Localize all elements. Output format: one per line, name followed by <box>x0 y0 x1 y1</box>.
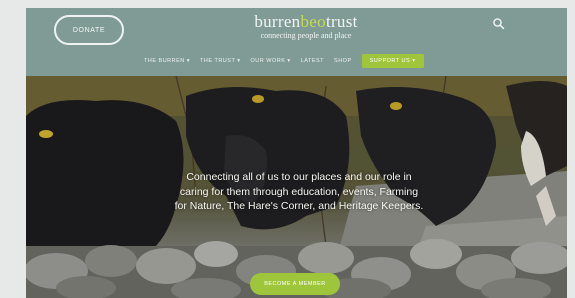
website: DONATE burrenbeotrust connecting people … <box>26 8 567 298</box>
logo-word-accent: beo <box>300 12 326 31</box>
hero-caption: Connecting all of us to our places and o… <box>174 171 424 212</box>
search-icon[interactable] <box>492 17 506 31</box>
nav-item-shop[interactable]: SHOP <box>334 58 352 64</box>
logo-word-end: trust <box>325 12 358 31</box>
support-us-button[interactable]: SUPPORT US ▾ <box>361 54 424 68</box>
logo-wordmark: burrenbeotrust <box>186 12 426 32</box>
nav-item-the-burren[interactable]: THE BURREN ▾ <box>144 58 190 64</box>
become-a-member-button[interactable]: BECOME A MEMBER <box>250 273 340 295</box>
hero-section: Connecting all of us to our places and o… <box>26 76 567 298</box>
nav-item-latest[interactable]: LATEST <box>301 58 324 64</box>
site-header: DONATE burrenbeotrust connecting people … <box>26 8 567 76</box>
main-nav: THE BURREN ▾ THE TRUST ▾ OUR WORK ▾ LATE… <box>144 54 424 68</box>
site-logo[interactable]: burrenbeotrust connecting people and pla… <box>186 12 426 40</box>
logo-tagline: connecting people and place <box>260 31 352 40</box>
donate-button[interactable]: DONATE <box>54 15 124 45</box>
nav-item-our-work[interactable]: OUR WORK ▾ <box>251 58 291 64</box>
screenshot-frame: DONATE burrenbeotrust connecting people … <box>0 0 575 298</box>
nav-item-the-trust[interactable]: THE TRUST ▾ <box>200 58 240 64</box>
logo-word-start: burren <box>254 12 301 31</box>
